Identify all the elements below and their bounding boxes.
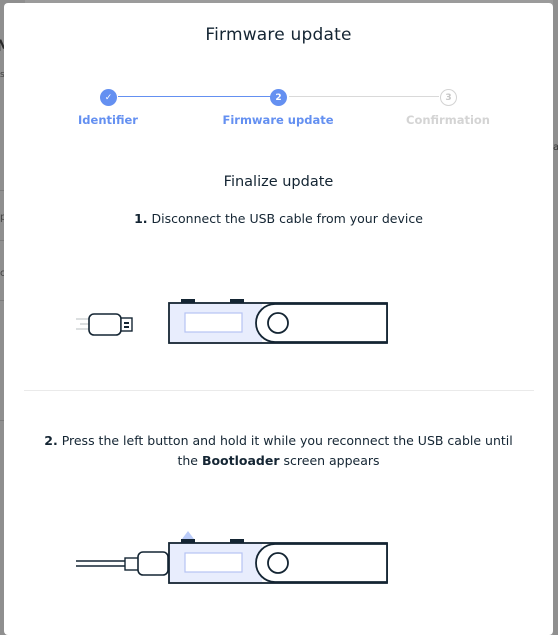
reconnect-usb-illustration <box>76 479 388 584</box>
ledger-device-icon <box>168 539 388 584</box>
ledger-device-icon <box>168 299 388 344</box>
step-label-confirmation: Confirmation <box>406 113 490 127</box>
instruction-step-1: 1. Disconnect the USB cable from your de… <box>44 209 513 229</box>
instruction-bold-bootloader: Bootloader <box>201 453 280 468</box>
disconnect-usb-illustration <box>76 299 388 344</box>
step-2-circle: 2 <box>270 89 287 106</box>
stepper-line-complete <box>118 96 274 97</box>
step-label-identifier: Identifier <box>78 113 138 127</box>
usb-connector-icon <box>88 313 133 336</box>
instruction-number: 1. <box>134 211 148 226</box>
press-indicator-icon <box>182 479 194 539</box>
usb-cable-icon <box>76 551 169 576</box>
section-subtitle: Finalize update <box>223 174 334 190</box>
instruction-step-2: 2. Press the left button and hold it whi… <box>44 431 513 471</box>
section-divider <box>24 390 534 391</box>
step-1-check-icon: ✓ <box>100 89 117 106</box>
instruction-number: 2. <box>44 433 58 448</box>
firmware-update-modal: Firmware update ✓ 2 3 Identifier Firmwar… <box>4 3 553 635</box>
step-label-firmware-update: Firmware update <box>222 113 334 127</box>
motion-lines-icon <box>76 318 90 330</box>
stepper-line-pending <box>289 96 439 97</box>
instruction-text-end: screen appears <box>283 453 380 468</box>
background-text-fragment: a <box>553 142 558 153</box>
step-3-circle: 3 <box>440 89 457 106</box>
instruction-text: Disconnect the USB cable from your devic… <box>151 211 423 226</box>
stepper: ✓ 2 3 Identifier Firmware update Confirm… <box>4 3 553 143</box>
background-app-right: a <box>553 0 558 635</box>
